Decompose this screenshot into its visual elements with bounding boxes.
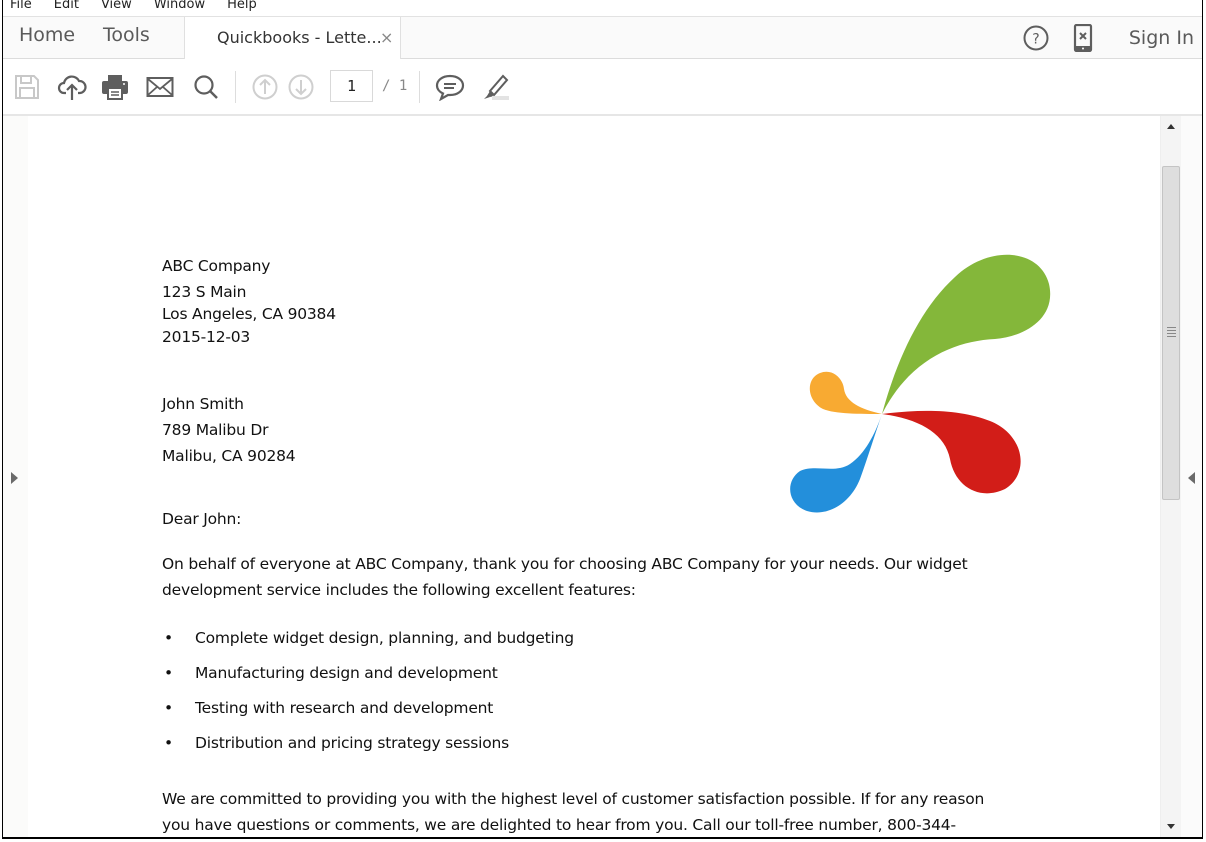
- sender-company: ABC Company: [162, 257, 271, 275]
- tab-bar: Home Tools Quickbooks - Lette... × ? Sig…: [3, 16, 1202, 60]
- scroll-down-arrow-icon[interactable]: [1167, 824, 1175, 829]
- highlight-icon[interactable]: [480, 73, 509, 101]
- expand-left-panel-icon[interactable]: [11, 472, 18, 484]
- feature-text: Complete widget design, planning, and bu…: [195, 629, 574, 647]
- logo-petal-blue: [790, 414, 882, 513]
- company-logo: [790, 254, 1051, 513]
- search-icon[interactable]: [192, 73, 220, 101]
- bullet-icon: •: [164, 629, 173, 647]
- print-icon[interactable]: [101, 73, 129, 101]
- salutation: Dear John:: [162, 510, 242, 528]
- menu-bar: File Edit View Window Help: [3, 0, 1202, 16]
- scrollbar-thumb[interactable]: [1162, 166, 1180, 500]
- document-view: ABC Company 123 S Main Los Angeles, CA 9…: [3, 116, 1160, 837]
- page-number-input[interactable]: [330, 70, 373, 102]
- left-panel-gutter: [3, 116, 28, 837]
- bullet-icon: •: [164, 699, 173, 717]
- intro-line: On behalf of everyone at ABC Company, th…: [162, 555, 968, 573]
- right-panel-gutter: [1181, 116, 1202, 837]
- feature-text: Testing with research and development: [195, 699, 494, 717]
- close-tab-icon[interactable]: ×: [380, 28, 393, 47]
- feature-text: Manufacturing design and development: [195, 664, 498, 682]
- tab-tools[interactable]: Tools: [103, 24, 150, 46]
- toolbar-divider: [235, 71, 236, 103]
- bullet-icon: •: [164, 664, 173, 682]
- feature-text: Distribution and pricing strategy sessio…: [195, 734, 510, 752]
- closing-line: We are committed to providing you with t…: [162, 790, 985, 808]
- cloud-upload-icon[interactable]: [57, 73, 87, 101]
- menu-view[interactable]: View: [101, 0, 132, 12]
- sender-city: Los Angeles, CA 90384: [162, 305, 336, 323]
- intro-line: development service includes the followi…: [162, 581, 636, 599]
- next-page-icon[interactable]: [287, 73, 315, 101]
- menu-window[interactable]: Window: [154, 0, 205, 12]
- recipient-city: Malibu, CA 90284: [162, 447, 296, 465]
- logo-petal-orange: [809, 371, 882, 414]
- svg-text:?: ?: [1032, 32, 1039, 48]
- tab-document[interactable]: Quickbooks - Lette... ×: [184, 17, 401, 60]
- mobile-link-icon[interactable]: [1072, 23, 1094, 56]
- vertical-scrollbar[interactable]: [1160, 116, 1181, 837]
- sender-street: 123 S Main: [162, 283, 247, 301]
- previous-page-icon[interactable]: [251, 73, 279, 101]
- menu-help[interactable]: Help: [227, 0, 257, 12]
- sign-in-link[interactable]: Sign In: [1129, 27, 1194, 49]
- page-total: / 1: [382, 78, 408, 94]
- logo-petal-red: [882, 410, 1021, 494]
- logo-petal-green: [882, 254, 1051, 414]
- email-icon[interactable]: [146, 73, 174, 101]
- letter-date: 2015-12-03: [162, 328, 251, 346]
- help-circle-icon[interactable]: ?: [1022, 24, 1050, 56]
- menu-edit[interactable]: Edit: [54, 0, 79, 12]
- expand-right-panel-icon[interactable]: [1188, 472, 1195, 484]
- toolbar: / 1: [3, 59, 1202, 116]
- recipient-street: 789 Malibu Dr: [162, 421, 269, 439]
- closing-line: you have questions or comments, we are d…: [162, 816, 956, 834]
- save-icon[interactable]: [13, 73, 41, 101]
- bullet-icon: •: [164, 734, 173, 752]
- grip-icon: [1167, 327, 1176, 337]
- comment-icon[interactable]: [435, 73, 465, 102]
- menu-file[interactable]: File: [10, 0, 32, 12]
- app-window: File Edit View Window Help Home Tools Qu…: [2, 0, 1203, 839]
- tab-document-label: Quickbooks - Lette...: [217, 28, 382, 47]
- scroll-up-arrow-icon[interactable]: [1167, 124, 1175, 129]
- toolbar-divider: [419, 71, 420, 103]
- tab-home[interactable]: Home: [19, 24, 75, 46]
- recipient-name: John Smith: [162, 395, 244, 413]
